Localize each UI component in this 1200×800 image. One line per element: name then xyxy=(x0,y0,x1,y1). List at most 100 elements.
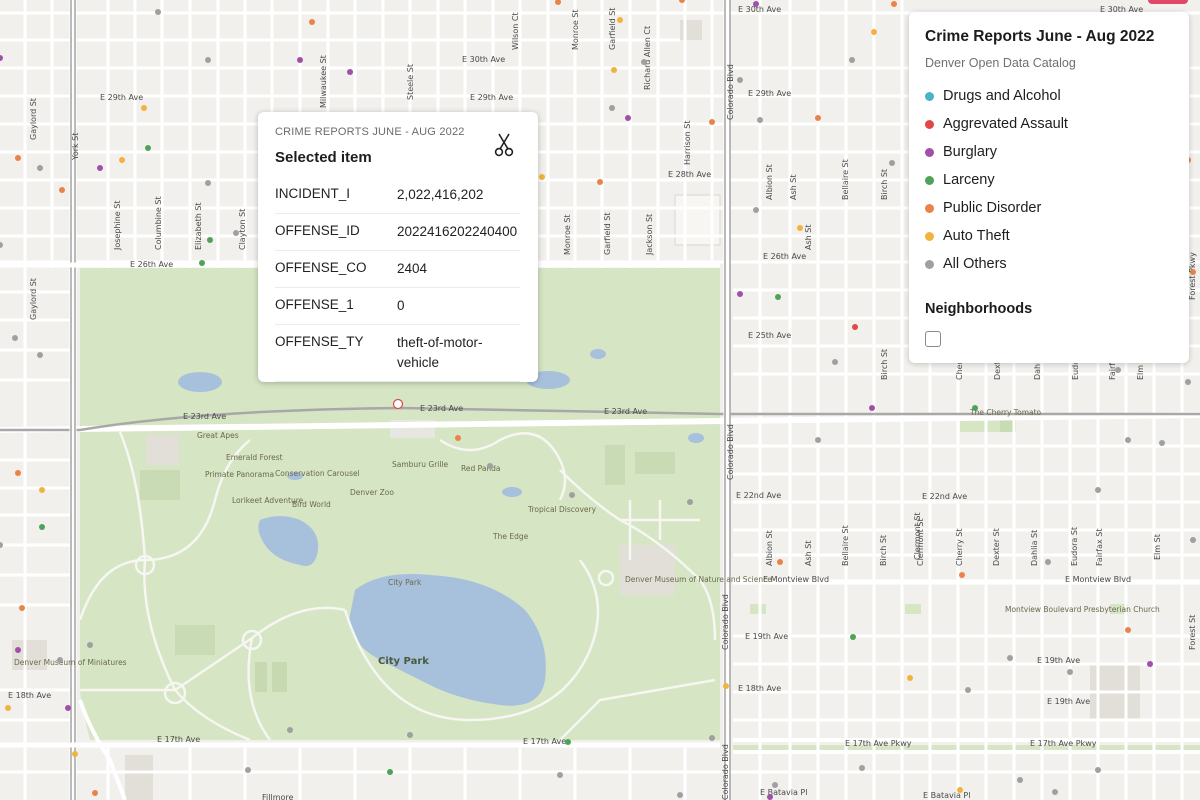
incident-point[interactable] xyxy=(1185,379,1191,385)
incident-point[interactable] xyxy=(205,57,211,63)
incident-point[interactable] xyxy=(777,559,783,565)
incident-point[interactable] xyxy=(907,675,913,681)
incident-point[interactable] xyxy=(775,294,781,300)
incident-point[interactable] xyxy=(625,115,631,121)
incident-point[interactable] xyxy=(15,470,21,476)
incident-point[interactable] xyxy=(815,437,821,443)
incident-point[interactable] xyxy=(852,324,858,330)
incident-point[interactable] xyxy=(19,605,25,611)
incident-point[interactable] xyxy=(387,769,393,775)
incident-point[interactable] xyxy=(97,165,103,171)
incident-point[interactable] xyxy=(972,405,978,411)
incident-point[interactable] xyxy=(455,435,461,441)
incident-point[interactable] xyxy=(565,739,571,745)
incident-point[interactable] xyxy=(145,145,151,151)
incident-point[interactable] xyxy=(609,105,615,111)
incident-point[interactable] xyxy=(199,260,205,266)
incident-point[interactable] xyxy=(1115,367,1121,373)
incident-point[interactable] xyxy=(871,29,877,35)
map-corner-tab[interactable] xyxy=(1148,0,1188,4)
incident-point[interactable] xyxy=(869,405,875,411)
incident-point[interactable] xyxy=(65,705,71,711)
incident-point[interactable] xyxy=(891,1,897,7)
incident-point[interactable] xyxy=(539,174,545,180)
incident-point[interactable] xyxy=(37,165,43,171)
incident-point[interactable] xyxy=(687,499,693,505)
incident-point[interactable] xyxy=(1190,537,1196,543)
incident-point[interactable] xyxy=(723,683,729,689)
incident-point[interactable] xyxy=(407,732,413,738)
incident-point[interactable] xyxy=(245,767,251,773)
incident-point[interactable] xyxy=(1045,559,1051,565)
incident-point[interactable] xyxy=(709,735,715,741)
incident-point[interactable] xyxy=(5,705,11,711)
incident-point[interactable] xyxy=(753,1,759,7)
incident-point[interactable] xyxy=(347,69,353,75)
incident-point[interactable] xyxy=(569,492,575,498)
incident-point[interactable] xyxy=(15,155,21,161)
neighborhoods-checkbox[interactable] xyxy=(925,331,941,347)
incident-point[interactable] xyxy=(92,790,98,796)
incident-point[interactable] xyxy=(72,751,78,757)
incident-point[interactable] xyxy=(757,117,763,123)
incident-point[interactable] xyxy=(59,187,65,193)
legend-item[interactable]: Auto Theft xyxy=(925,222,1068,250)
incident-point[interactable] xyxy=(753,207,759,213)
incident-point[interactable] xyxy=(1007,655,1013,661)
incident-point[interactable] xyxy=(641,59,647,65)
incident-point[interactable] xyxy=(39,524,45,530)
incident-point[interactable] xyxy=(957,787,963,793)
incident-point[interactable] xyxy=(487,463,493,469)
incident-point[interactable] xyxy=(557,772,563,778)
incident-point[interactable] xyxy=(297,57,303,63)
incident-point[interactable] xyxy=(815,115,821,121)
incident-point[interactable] xyxy=(12,335,18,341)
incident-point[interactable] xyxy=(797,225,803,231)
incident-point[interactable] xyxy=(207,237,213,243)
incident-point[interactable] xyxy=(767,794,773,800)
scissors-icon[interactable] xyxy=(492,132,516,158)
incident-point[interactable] xyxy=(1017,777,1023,783)
incident-point[interactable] xyxy=(737,77,743,83)
incident-point[interactable] xyxy=(1067,669,1073,675)
incident-point[interactable] xyxy=(87,642,93,648)
incident-point[interactable] xyxy=(617,17,623,23)
incident-point[interactable] xyxy=(1125,627,1131,633)
incident-point[interactable] xyxy=(832,359,838,365)
legend-item[interactable]: Public Disorder xyxy=(925,194,1068,222)
legend-item[interactable]: Larceny xyxy=(925,166,1068,194)
legend-item[interactable]: Drugs and Alcohol xyxy=(925,82,1068,110)
incident-point[interactable] xyxy=(772,782,778,788)
selected-incident-marker[interactable] xyxy=(392,398,404,410)
incident-point[interactable] xyxy=(709,119,715,125)
incident-point[interactable] xyxy=(1190,269,1196,275)
incident-point[interactable] xyxy=(57,657,63,663)
incident-point[interactable] xyxy=(677,792,683,798)
incident-point[interactable] xyxy=(287,727,293,733)
legend-item[interactable]: All Others xyxy=(925,250,1068,278)
incident-point[interactable] xyxy=(959,572,965,578)
incident-point[interactable] xyxy=(37,352,43,358)
incident-point[interactable] xyxy=(850,634,856,640)
incident-point[interactable] xyxy=(233,230,239,236)
incident-point[interactable] xyxy=(1095,767,1101,773)
incident-point[interactable] xyxy=(309,19,315,25)
incident-point[interactable] xyxy=(119,157,125,163)
legend-item[interactable]: Aggrevated Assault xyxy=(925,110,1068,138)
incident-point[interactable] xyxy=(141,105,147,111)
incident-point[interactable] xyxy=(39,487,45,493)
incident-point[interactable] xyxy=(859,765,865,771)
incident-point[interactable] xyxy=(1147,661,1153,667)
incident-point[interactable] xyxy=(1159,440,1165,446)
incident-point[interactable] xyxy=(205,180,211,186)
incident-point[interactable] xyxy=(155,9,161,15)
incident-point[interactable] xyxy=(737,291,743,297)
incident-point[interactable] xyxy=(1125,437,1131,443)
incident-point[interactable] xyxy=(849,57,855,63)
incident-point[interactable] xyxy=(965,687,971,693)
legend-item[interactable]: Burglary xyxy=(925,138,1068,166)
incident-point[interactable] xyxy=(1095,487,1101,493)
incident-point[interactable] xyxy=(889,160,895,166)
incident-point[interactable] xyxy=(1052,789,1058,795)
incident-point[interactable] xyxy=(15,647,21,653)
